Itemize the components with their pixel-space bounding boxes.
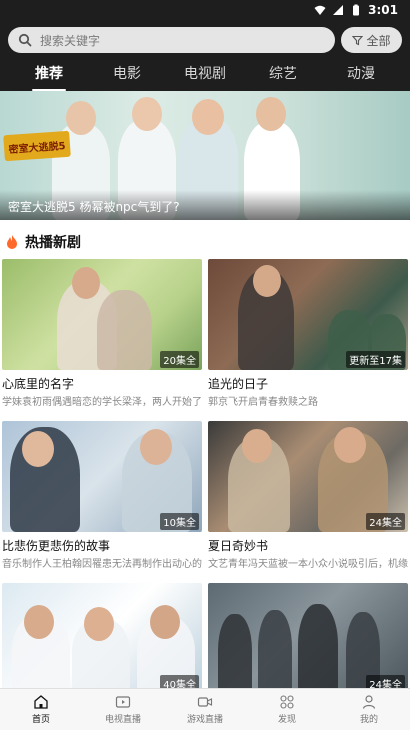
drama-poster: 10集全 [2, 421, 202, 532]
drama-card[interactable]: 40集全 [2, 583, 202, 694]
search-row: 搜索关键字 全部 [8, 27, 402, 53]
banner-caption: 密室大逃脱5 杨幂被npc气到了? [0, 190, 410, 220]
nav-profile[interactable]: 我的 [328, 689, 410, 730]
nav-tv-live-label: 电视直播 [104, 715, 141, 725]
nav-tv-live[interactable]: 电视直播 [82, 689, 164, 730]
flame-icon [7, 235, 17, 249]
nav-game-live-label: 游戏直播 [186, 715, 223, 725]
category-tabs: 推荐 电影 电视剧 综艺 动漫 [0, 62, 410, 91]
featured-banner[interactable]: 密室大逃脱5 密室大逃脱5 杨幂被npc气到了? [0, 91, 410, 220]
search-placeholder: 搜索关键字 [40, 33, 101, 48]
nav-home[interactable]: 首页 [0, 689, 82, 730]
drama-title: 比悲伤更悲伤的故事 [2, 539, 111, 553]
drama-description: 郭京飞开启青春救赎之路 [208, 397, 318, 408]
drama-poster: 20集全 [2, 259, 202, 370]
section-title: 热播新剧 [25, 235, 81, 251]
episode-badge: 更新至17集 [346, 351, 405, 368]
nav-discover[interactable]: 发现 [246, 689, 328, 730]
drama-poster: 更新至17集 [208, 259, 408, 370]
section-header: 热播新剧 [5, 232, 81, 252]
tab-tv-series[interactable]: 电视剧 [180, 62, 230, 90]
drama-poster: 24集全 [208, 421, 408, 532]
drama-poster: 40集全 [2, 583, 202, 694]
tv-icon [115, 696, 131, 708]
drama-description: 学妹袁初雨偶遇暗恋的学长梁泽，两人开始了 [2, 397, 202, 408]
tab-movie[interactable]: 电影 [102, 62, 152, 90]
battery-icon [353, 4, 360, 16]
drama-card[interactable]: 24集全 夏日奇妙书 文艺青年冯天蓝被一本小众小说吸引后，机缘巧 [208, 421, 408, 570]
drama-description: 音乐制作人王柏翰因罹患无法再制作出动心的专 [2, 559, 202, 570]
video-camera-icon [197, 697, 213, 707]
nav-discover-label: 发现 [277, 715, 296, 725]
status-time: 3:01 [368, 3, 398, 17]
tab-recommend[interactable]: 推荐 [24, 62, 74, 91]
bottom-navigation: 首页 电视直播 游戏直播 发现 我的 [0, 688, 410, 730]
episode-badge: 20集全 [160, 351, 199, 368]
search-input[interactable]: 搜索关键字 [8, 27, 335, 53]
episode-badge: 24集全 [366, 513, 405, 530]
filter-icon [352, 35, 364, 45]
drama-title: 夏日奇妙书 [208, 539, 269, 553]
banner-show-logo: 密室大逃脱5 [3, 130, 71, 162]
drama-poster: 24集全 [208, 583, 408, 694]
drama-card[interactable]: 20集全 心底里的名字 学妹袁初雨偶遇暗恋的学长梁泽，两人开始了 [2, 259, 202, 408]
drama-title: 追光的日子 [208, 377, 269, 391]
nav-profile-label: 我的 [359, 715, 378, 725]
tab-anime[interactable]: 动漫 [336, 62, 386, 90]
signal-icon [333, 5, 344, 15]
drama-card[interactable]: 10集全 比悲伤更悲伤的故事 音乐制作人王柏翰因罹患无法再制作出动心的专 [2, 421, 202, 570]
filter-all-button[interactable]: 全部 [341, 27, 402, 53]
drama-card[interactable]: 更新至17集 追光的日子 郭京飞开启青春救赎之路 [208, 259, 408, 408]
discover-grid-icon [280, 695, 294, 709]
drama-title: 心底里的名字 [2, 377, 75, 391]
drama-description: 文艺青年冯天蓝被一本小众小说吸引后，机缘巧 [208, 559, 408, 570]
filter-all-label: 全部 [366, 33, 391, 48]
app-header: 3:01 搜索关键字 全部 推荐 电影 电视剧 综艺 动漫 [0, 0, 410, 91]
user-icon [362, 695, 376, 709]
search-icon [18, 33, 32, 47]
tab-variety[interactable]: 综艺 [258, 62, 308, 90]
status-bar: 3:01 [0, 0, 410, 20]
wifi-icon [314, 5, 326, 15]
episode-badge: 10集全 [160, 513, 199, 530]
nav-game-live[interactable]: 游戏直播 [164, 689, 246, 730]
drama-card[interactable]: 24集全 [208, 583, 408, 694]
nav-home-label: 首页 [31, 715, 50, 725]
home-icon [34, 695, 48, 709]
